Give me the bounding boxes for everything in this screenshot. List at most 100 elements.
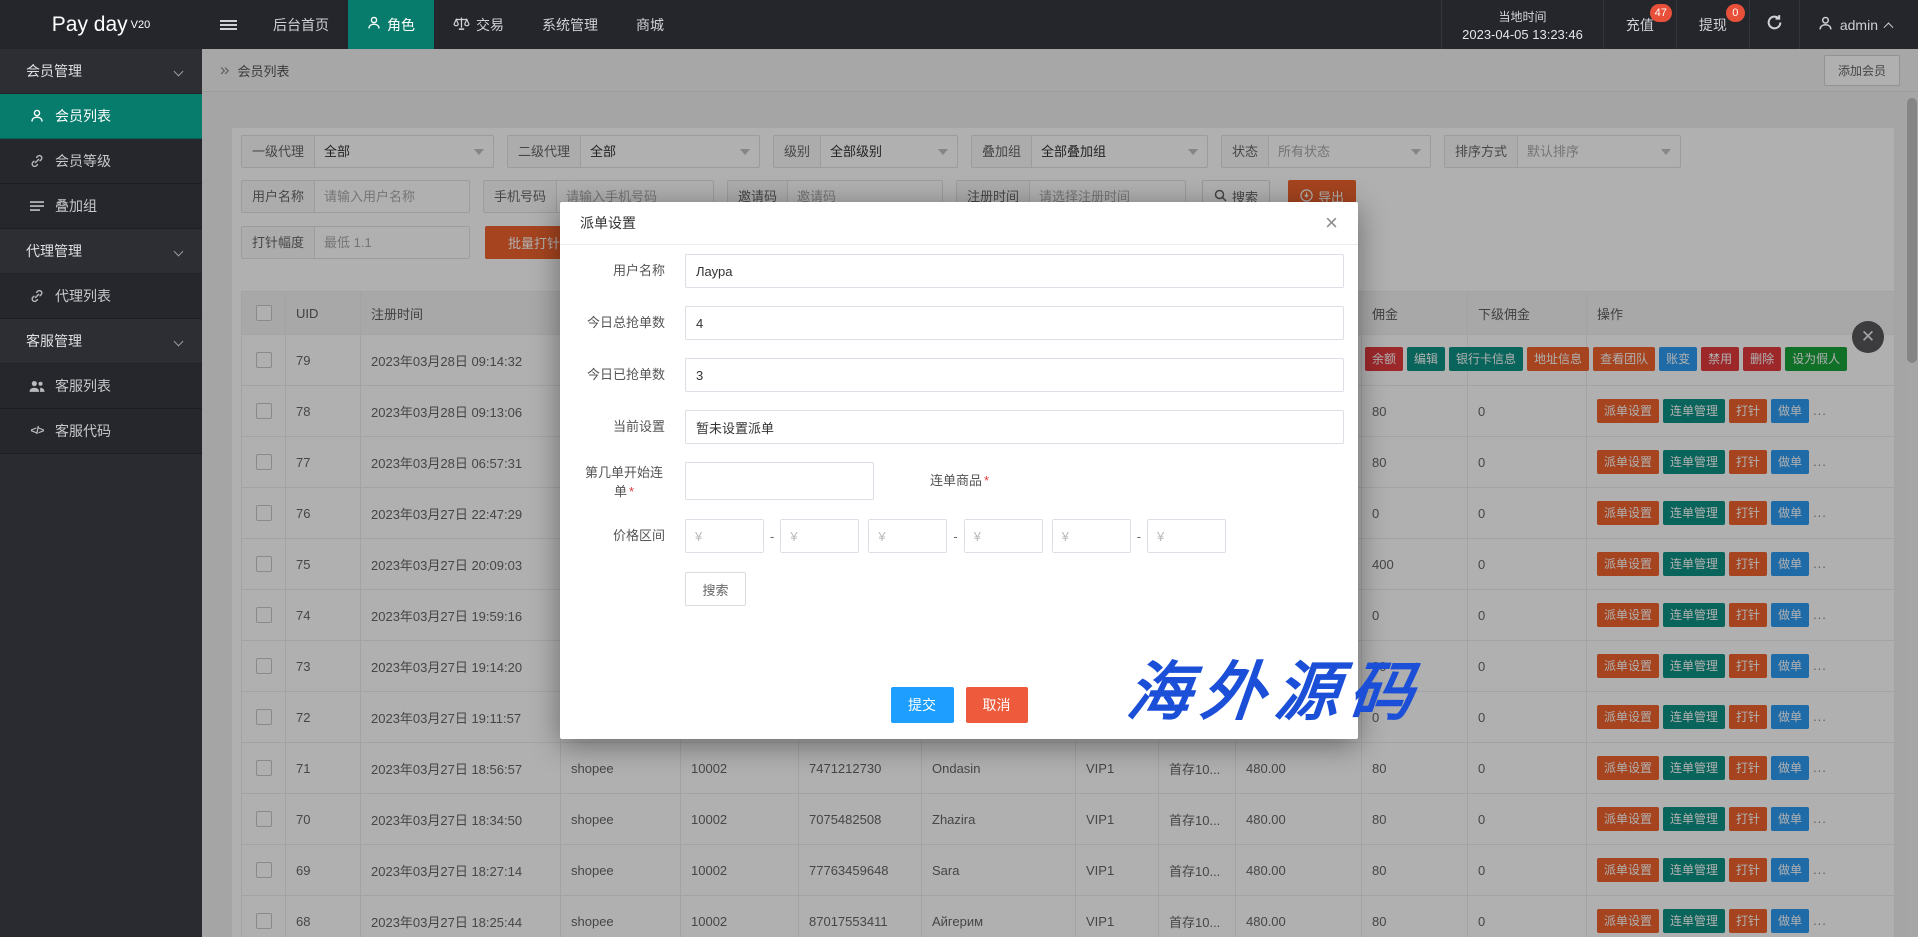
sidebar-toggle-button[interactable]	[202, 0, 254, 49]
link-icon	[29, 154, 45, 168]
people-icon	[29, 380, 45, 393]
chevron-down-icon	[174, 336, 184, 346]
top-navbar: Pay day V20 后台首页 角色 交易 系统管理 商城 当地时间 2023-04-…	[0, 0, 1918, 49]
top-menu-item-label: 系统管理	[542, 15, 598, 35]
submit-button[interactable]: 提交	[891, 687, 954, 723]
chain-start-row: 第几单开始连单* 连单商品*	[560, 462, 1358, 501]
chevron-up-icon	[1884, 22, 1894, 32]
modal-title: 派单设置	[580, 213, 636, 233]
sidebar-item-8[interactable]: 客服列表	[0, 364, 202, 409]
price-range-label: 价格区间	[560, 519, 675, 553]
cancel-button[interactable]: 取消	[966, 687, 1028, 723]
price-range-inputs: ---	[685, 519, 1226, 553]
chain-start-input[interactable]	[685, 462, 874, 500]
price-input-2[interactable]	[780, 519, 859, 553]
modal-field-label: 今日总抢单数	[560, 306, 675, 340]
price-dash: -	[953, 529, 957, 544]
price-range-row: 价格区间 - - -	[560, 519, 1358, 553]
modal-field-input[interactable]	[685, 306, 1344, 340]
local-time-label: 当地时间	[1498, 8, 1546, 25]
app-logo: Pay day V20	[0, 0, 202, 49]
sidebar-group-label: 会员管理	[26, 61, 82, 81]
modal-field-input[interactable]	[685, 410, 1344, 444]
chevron-down-icon	[174, 246, 184, 256]
person-icon	[29, 109, 45, 123]
sidebar-item-label: 代理列表	[55, 286, 111, 306]
price-dash: -	[770, 529, 774, 544]
sidebar-item-2[interactable]: 会员列表	[0, 94, 202, 139]
recharge-button[interactable]: 充值 47	[1603, 0, 1676, 49]
person-icon	[367, 16, 381, 33]
app-logo-version: V20	[131, 19, 151, 31]
top-menu-item-label: 后台首页	[273, 15, 329, 35]
navbar-right: 当地时间 2023-04-05 13:23:46 充值 47 提现 0 admi…	[1441, 0, 1918, 49]
hamburger-icon	[220, 18, 237, 32]
price-input-4[interactable]	[964, 519, 1043, 553]
modal-field-3: 今日已抢单数	[560, 358, 1358, 392]
modal-field-1: 用户名称	[560, 254, 1358, 288]
modal-field-2: 今日总抢单数	[560, 306, 1358, 340]
sidebar-item-label: 会员列表	[55, 106, 111, 126]
top-menu-item-3[interactable]: 交易	[434, 0, 523, 49]
modal-field-input[interactable]	[685, 254, 1344, 288]
price-input-3[interactable]	[868, 519, 947, 553]
sidebar-item-4[interactable]: 叠加组	[0, 184, 202, 229]
sidebar-item-label: 客服列表	[55, 376, 111, 396]
modal-field-label: 今日已抢单数	[560, 358, 675, 392]
chain-product-label: 连单商品*	[930, 462, 989, 501]
scales-icon	[453, 16, 470, 34]
recharge-label: 充值	[1626, 15, 1654, 35]
user-icon	[1818, 16, 1833, 34]
modal-search-button[interactable]: 搜索	[685, 572, 746, 606]
required-star: *	[629, 484, 634, 499]
price-input-1[interactable]	[685, 519, 764, 553]
price-dash: -	[1137, 529, 1141, 544]
withdraw-button[interactable]: 提现 0	[1676, 0, 1749, 49]
sidebar-group-1[interactable]: 会员管理	[0, 49, 202, 94]
sidebar-item-6[interactable]: 代理列表	[0, 274, 202, 319]
sidebar-group-7[interactable]: 客服管理	[0, 319, 202, 364]
app-logo-text: Pay day	[52, 13, 128, 37]
required-star: *	[984, 473, 989, 488]
sidebar-group-label: 代理管理	[26, 241, 82, 261]
modal-search-row: 搜索	[685, 572, 1358, 606]
chevron-down-icon	[174, 66, 184, 76]
price-input-6[interactable]	[1147, 519, 1226, 553]
sidebar-item-label: 会员等级	[55, 151, 111, 171]
sidebar-group-label: 客服管理	[26, 331, 82, 351]
sidebar-group-5[interactable]: 代理管理	[0, 229, 202, 274]
top-menu-item-label: 商城	[636, 15, 664, 35]
top-menu-item-2[interactable]: 角色	[348, 0, 434, 49]
sidebar-item-label: 客服代码	[55, 421, 111, 441]
top-menu-item-1[interactable]: 后台首页	[254, 0, 348, 49]
list-icon	[29, 200, 45, 212]
top-menu-item-label: 角色	[387, 15, 415, 35]
withdraw-label: 提现	[1699, 15, 1727, 35]
modal-field-4: 当前设置	[560, 410, 1358, 444]
top-menu: 后台首页 角色 交易 系统管理 商城	[254, 0, 683, 49]
user-menu[interactable]: admin	[1799, 0, 1918, 49]
link-icon	[29, 289, 45, 303]
top-menu-item-4[interactable]: 系统管理	[523, 0, 617, 49]
sidebar: 会员管理会员列表会员等级叠加组代理管理代理列表客服管理客服列表 </> 客服代码	[0, 49, 202, 937]
code-icon: </>	[29, 425, 45, 437]
modal-close-icon[interactable]: ×	[1325, 212, 1338, 234]
local-time-value: 2023-04-05 13:23:46	[1462, 27, 1583, 42]
dispatch-settings-modal: 派单设置 × 用户名称今日总抢单数今日已抢单数当前设置 第几单开始连单* 连单商…	[560, 202, 1358, 739]
top-menu-item-5[interactable]: 商城	[617, 0, 683, 49]
modal-body: 用户名称今日总抢单数今日已抢单数当前设置 第几单开始连单* 连单商品* 价格区间…	[560, 245, 1358, 606]
refresh-button[interactable]	[1749, 0, 1799, 49]
price-input-5[interactable]	[1052, 519, 1131, 553]
modal-header: 派单设置 ×	[560, 202, 1358, 245]
refresh-icon	[1766, 14, 1783, 36]
recharge-badge: 47	[1650, 4, 1672, 22]
chain-start-label: 第几单开始连单*	[560, 462, 675, 501]
local-time: 当地时间 2023-04-05 13:23:46	[1441, 0, 1603, 49]
top-menu-item-label: 交易	[476, 15, 504, 35]
modal-field-input[interactable]	[685, 358, 1344, 392]
modal-footer: 提交 取消	[560, 687, 1358, 723]
sidebar-item-3[interactable]: 会员等级	[0, 139, 202, 184]
sidebar-item-9[interactable]: </> 客服代码	[0, 409, 202, 454]
withdraw-badge: 0	[1726, 4, 1745, 22]
username: admin	[1840, 17, 1878, 33]
